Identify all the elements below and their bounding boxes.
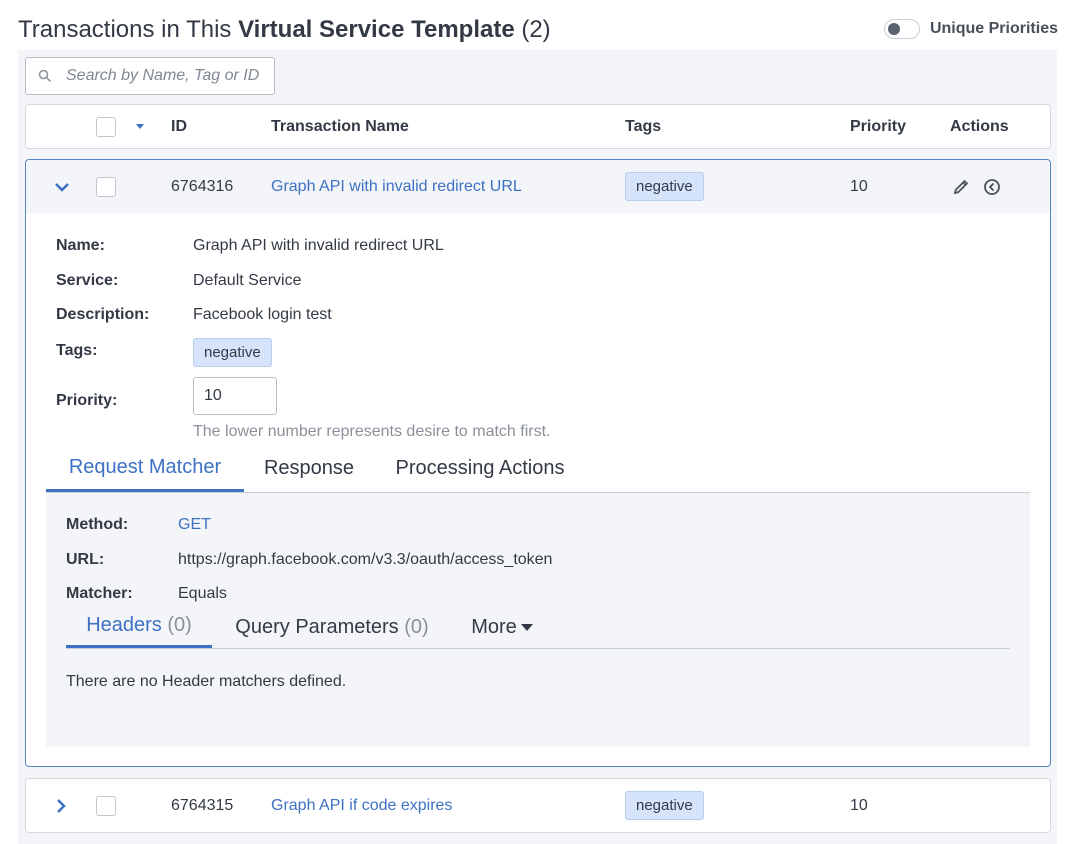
row-checkbox[interactable] [96, 796, 116, 816]
collapse-row-button[interactable] [54, 160, 70, 213]
select-menu-caret[interactable] [135, 105, 145, 148]
priority-input[interactable]: 10 [193, 377, 277, 415]
unique-priorities-toggle[interactable]: Unique Priorities [884, 18, 1058, 40]
name-label: Name: [56, 237, 105, 255]
edit-button[interactable] [952, 160, 970, 213]
url-label: URL: [66, 551, 104, 569]
row-priority: 10 [850, 160, 868, 213]
description-label: Description: [56, 306, 149, 324]
search-icon [38, 69, 52, 83]
circle-arrow-left-icon [983, 178, 1001, 196]
tab-processing-actions[interactable]: Processing Actions [374, 445, 586, 492]
transactions-panel: Search by Name, Tag or ID ID Transaction… [18, 50, 1057, 844]
caret-down-icon [521, 624, 533, 631]
row-name-link[interactable]: Graph API if code expires [271, 779, 452, 832]
description-value: Facebook login test [193, 306, 332, 324]
unique-priorities-label: Unique Priorities [930, 20, 1058, 38]
column-header-id[interactable]: ID [171, 105, 187, 148]
tab-request-matcher[interactable]: Request Matcher [46, 445, 244, 492]
table-header: ID Transaction Name Tags Priority Action… [25, 104, 1051, 149]
service-value: Default Service [193, 272, 302, 290]
toggle-switch[interactable] [884, 19, 920, 39]
page-header: Transactions in This Virtual Service Tem… [18, 14, 1058, 46]
page-title: Transactions in This Virtual Service Tem… [18, 14, 551, 46]
column-header-tags[interactable]: Tags [625, 105, 661, 148]
tags-label: Tags: [56, 342, 97, 360]
subtab-query-parameters[interactable]: Query Parameters (0) [212, 606, 452, 648]
search-placeholder: Search by Name, Tag or ID [66, 67, 259, 85]
tab-response[interactable]: Response [244, 445, 374, 492]
matcher-label: Matcher: [66, 585, 133, 603]
chevron-down-icon [54, 182, 70, 192]
column-header-actions: Actions [950, 105, 1009, 148]
url-value: https://graph.facebook.com/v3.3/oauth/ac… [178, 551, 552, 569]
select-all-checkbox[interactable] [96, 117, 116, 137]
detail-tabs: Request Matcher Response Processing Acti… [46, 445, 1030, 493]
row-checkbox[interactable] [96, 177, 116, 197]
name-value: Graph API with invalid redirect URL [193, 237, 444, 255]
priority-label: Priority: [56, 392, 117, 410]
row-tag[interactable]: negative [625, 172, 704, 201]
table-row[interactable]: 6764316 Graph API with invalid redirect … [26, 160, 1050, 213]
subtab-more-dropdown[interactable]: More [452, 606, 552, 648]
row-priority: 10 [850, 779, 868, 832]
request-matcher-panel: Method: GET URL: https://graph.facebook.… [46, 493, 1030, 747]
revert-button[interactable] [983, 160, 1001, 213]
detail-tag[interactable]: negative [193, 338, 272, 367]
transaction-row-expanded: 6764316 Graph API with invalid redirect … [25, 159, 1051, 767]
row-name-link[interactable]: Graph API with invalid redirect URL [271, 160, 522, 213]
chevron-right-icon [56, 798, 66, 814]
matcher-subtabs: Headers (0) Query Parameters (0) More [66, 606, 1010, 649]
caret-down-icon [135, 124, 145, 130]
priority-hint: The lower number represents desire to ma… [193, 423, 550, 441]
toggle-knob [888, 23, 900, 35]
pencil-icon [952, 178, 970, 196]
row-id: 6764316 [171, 160, 233, 213]
matcher-value: Equals [178, 585, 227, 603]
empty-headers-message: There are no Header matchers defined. [66, 673, 346, 691]
row-tag[interactable]: negative [625, 791, 704, 820]
column-header-priority[interactable]: Priority [850, 105, 906, 148]
method-value: GET [178, 516, 211, 534]
transaction-row-collapsed[interactable]: 6764315 Graph API if code expires negati… [25, 778, 1051, 833]
search-input[interactable]: Search by Name, Tag or ID [25, 57, 275, 95]
subtab-headers[interactable]: Headers (0) [66, 606, 212, 648]
expand-row-button[interactable] [56, 779, 66, 832]
service-label: Service: [56, 272, 118, 290]
method-label: Method: [66, 516, 128, 534]
row-id: 6764315 [171, 779, 233, 832]
column-header-name[interactable]: Transaction Name [271, 105, 409, 148]
